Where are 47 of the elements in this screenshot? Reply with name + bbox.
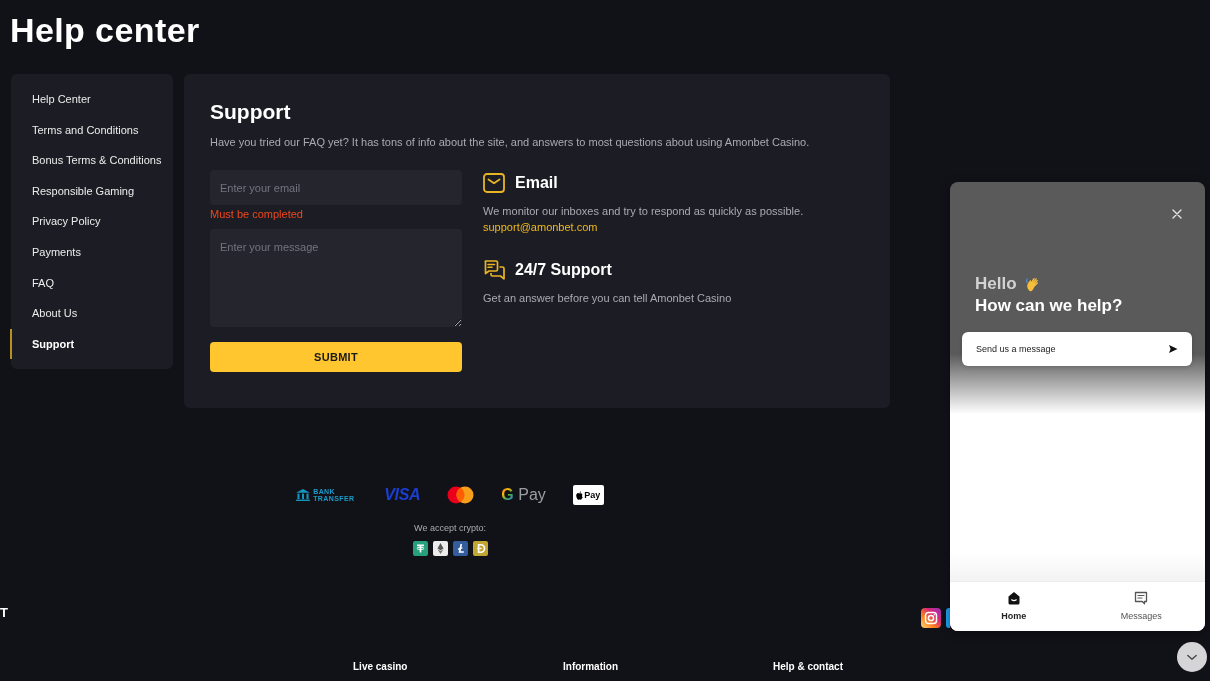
contact-heading: Email	[515, 173, 558, 193]
sidebar-item[interactable]: Bonus Terms & Conditions	[10, 145, 172, 176]
message-icon	[1134, 591, 1149, 605]
message-field[interactable]: Enter your message	[210, 229, 462, 327]
sidebar-item[interactable]: Terms and Conditions	[10, 114, 172, 146]
bank-building-icon	[296, 489, 311, 501]
apple-icon	[576, 490, 584, 500]
sidebar-item[interactable]: About Us	[10, 298, 172, 329]
chat-headline: How can we help?	[975, 295, 1123, 317]
intro-text: Have you tried our FAQ yet? It has tons of info about the site, and answers to most questions about using Amonbet Casino.	[210, 135, 811, 149]
send-icon	[1168, 344, 1178, 354]
error-message: Must be completed	[210, 208, 303, 220]
scroll-down-button[interactable]	[1177, 642, 1207, 672]
submit-button[interactable]: SUBMIT	[210, 342, 462, 372]
visa-logo: VISA	[384, 486, 421, 504]
sidebar-item[interactable]: Responsible Gaming	[10, 175, 172, 207]
chevron-down-icon	[1187, 653, 1197, 661]
sidebar-item[interactable]: Privacy Policy	[10, 206, 172, 237]
footer-column-heading: Information	[563, 661, 618, 672]
contact-description: Get an answer before you can tell Amonbet Casino	[483, 291, 732, 306]
sidebar-item[interactable]: FAQ	[10, 267, 172, 299]
chat-nav-tab[interactable]: Messages	[1077, 582, 1205, 631]
email-link[interactable]: support@amonbet.com	[483, 219, 598, 235]
sidebar-item[interactable]: Help Center	[10, 84, 172, 115]
camera-social-icon[interactable]	[921, 608, 941, 628]
home-icon	[1006, 591, 1021, 605]
social-icon[interactable]	[946, 608, 950, 628]
gpay-logo: G Pay	[501, 486, 546, 504]
circles-logo-icon	[447, 486, 475, 504]
page-title: Help center	[10, 12, 200, 48]
email-field[interactable]: Enter your email	[210, 170, 462, 205]
envelope-icon	[483, 173, 505, 193]
send-message-button[interactable]: Send us a message	[962, 332, 1192, 366]
close-icon[interactable]	[1172, 209, 1182, 219]
greeting-text: Hello	[975, 273, 1017, 295]
crypto-caption: We accept crypto:	[414, 522, 486, 534]
brand-text: T	[0, 607, 8, 619]
contact-heading: 24/7 Support	[515, 260, 612, 280]
apple-pay-label: Pay	[584, 490, 601, 500]
footer-column-heading: Help & contact	[773, 661, 843, 672]
footer-column-heading: Live casino	[353, 661, 408, 672]
sidebar-item[interactable]: Payments	[10, 236, 172, 268]
chat-bubbles-icon	[483, 260, 505, 280]
contact-description: We monitor our inboxes and try to respond as quickly as possible.	[483, 204, 804, 219]
chat-nav-tab[interactable]: Home	[950, 582, 1078, 631]
support-heading: Support	[210, 100, 292, 124]
sidebar-item[interactable]: Support	[10, 328, 172, 360]
